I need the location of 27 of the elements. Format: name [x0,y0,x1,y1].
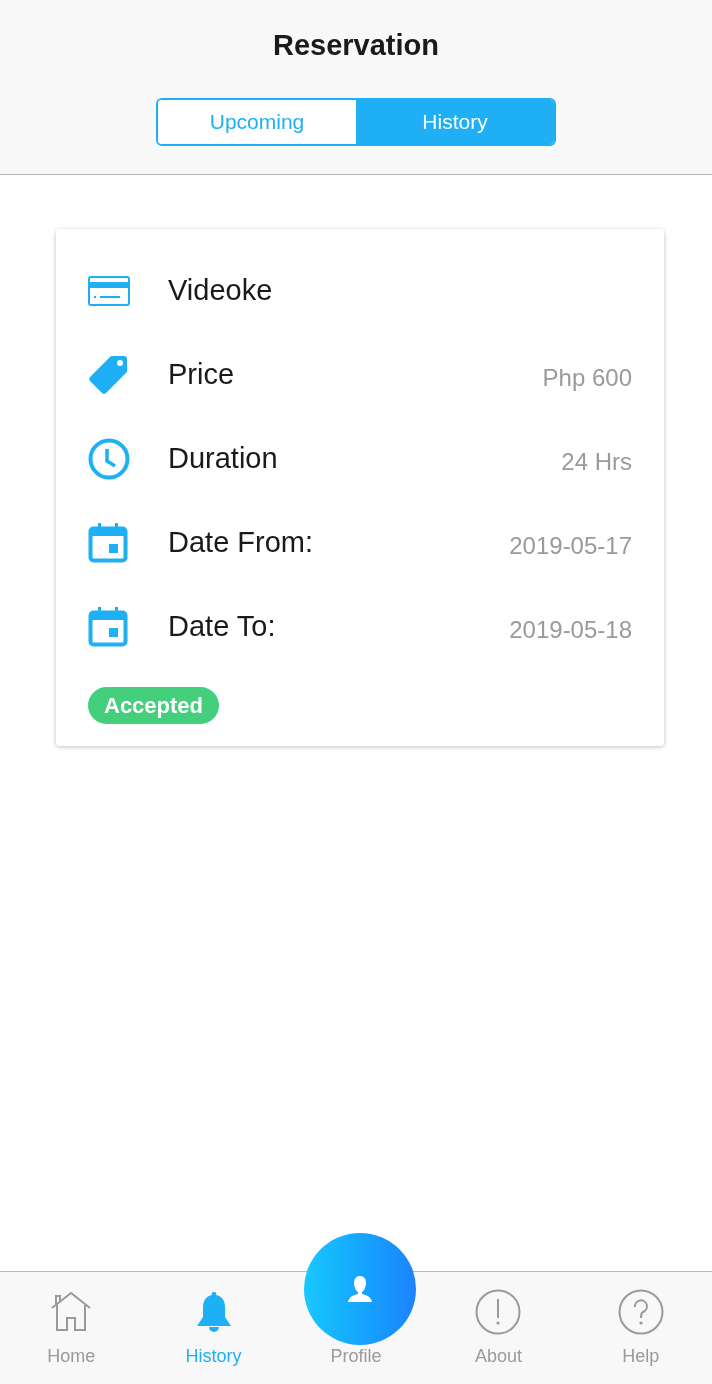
calendar-icon [88,607,128,647]
row-value: Php 600 [542,363,632,393]
nav-tab[interactable]: About [427,1272,570,1384]
bell-icon [194,1291,233,1333]
row-label: Date From: [168,525,314,561]
row-value: 2019-05-17 [509,531,632,561]
calendar-icon [88,523,128,563]
question-icon [617,1289,664,1335]
price-tag-icon [88,355,128,395]
nav-tab[interactable]: Help [569,1272,712,1384]
page-title: Reservation [273,28,439,63]
row-value: 24 Hrs [561,447,632,477]
user-icon [346,1275,374,1303]
credit-card-icon [88,276,130,306]
clock-icon [88,438,130,480]
exclamation-icon [475,1289,522,1335]
row-label: Price [168,357,235,393]
tab[interactable]: History [356,99,554,144]
row-label: Date To: [168,609,276,645]
row-label: Videoke [168,273,273,309]
row-label: Duration [168,441,278,477]
nav-tab[interactable]: Profile [330,1343,382,1370]
row-value: 2019-05-18 [509,615,632,645]
nav-tab[interactable]: History [142,1272,285,1384]
nav-tab[interactable]: Home [0,1272,143,1384]
home-icon [50,1291,93,1333]
status-badge: Accepted [88,687,220,724]
